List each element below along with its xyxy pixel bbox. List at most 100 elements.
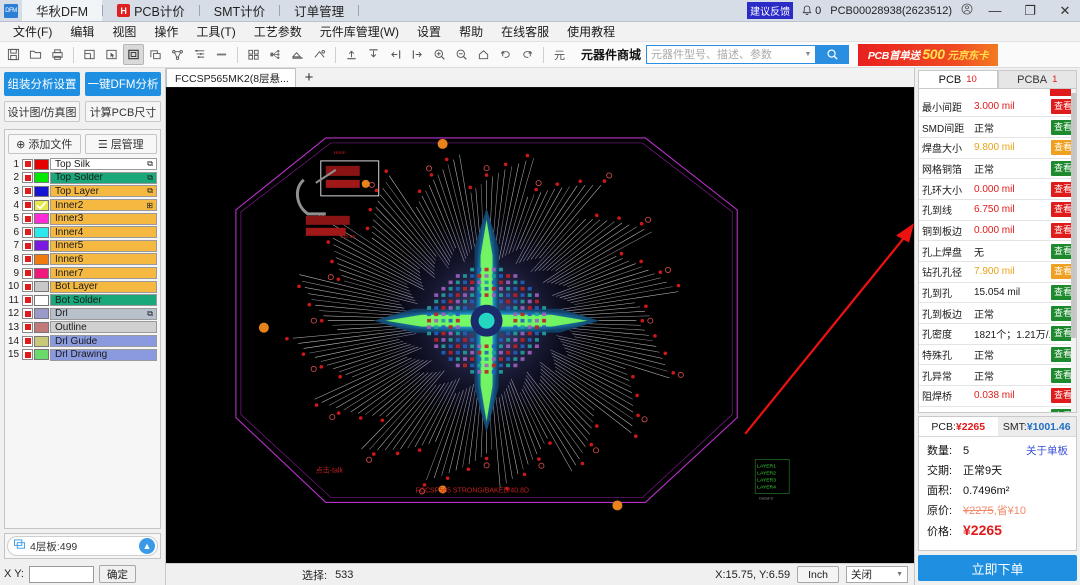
table-row[interactable]: 孔到板边正常查看 bbox=[919, 303, 1076, 324]
layer-visibility-toggle[interactable] bbox=[22, 336, 33, 347]
layer-row[interactable]: 2Top Solder⧉ bbox=[8, 172, 157, 185]
align-right-icon[interactable] bbox=[407, 44, 428, 65]
zoom-out-icon[interactable] bbox=[451, 44, 472, 65]
layer-row[interactable]: 12Drl⧉ bbox=[8, 308, 157, 321]
layer-color-swatch[interactable] bbox=[34, 268, 49, 279]
layer-name[interactable]: Top Solder⧉ bbox=[50, 172, 157, 184]
align-top-icon[interactable] bbox=[341, 44, 362, 65]
table-row[interactable]: 钻孔孔径7.900 mil查看 bbox=[919, 262, 1076, 283]
zoom-in-icon[interactable] bbox=[429, 44, 450, 65]
add-file-button[interactable]: ⊕ 添加文件 bbox=[8, 134, 81, 154]
redo-icon[interactable] bbox=[517, 44, 538, 65]
layer-row[interactable]: 14Drl Guide bbox=[8, 335, 157, 348]
dfm-scrollbar-thumb[interactable] bbox=[1071, 93, 1076, 338]
mode-select[interactable]: 关闭 ▼ bbox=[846, 566, 908, 583]
menu-operation[interactable]: 操作 bbox=[145, 22, 187, 42]
app-tab-order-mgmt[interactable]: 订单管理 bbox=[280, 0, 358, 21]
layer-color-swatch[interactable] bbox=[34, 254, 49, 265]
place-order-button[interactable]: 立即下单 bbox=[918, 555, 1077, 581]
maximize-button[interactable]: ❐ bbox=[1017, 0, 1043, 22]
layer-visibility-toggle[interactable] bbox=[22, 254, 33, 265]
table-row[interactable]: 阻焊少开窗正常查看 bbox=[919, 406, 1076, 413]
layer-row[interactable]: 11Bot Solder bbox=[8, 294, 157, 307]
select-icon[interactable]: ⧉ bbox=[147, 309, 153, 319]
net-icon[interactable] bbox=[265, 44, 286, 65]
align-left-icon[interactable] bbox=[385, 44, 406, 65]
document-tab[interactable]: FCCSP565MK2(8层悬... bbox=[166, 68, 296, 87]
menu-file[interactable]: 文件(F) bbox=[4, 22, 61, 42]
price-tab-smt[interactable]: SMT:¥1001.46 bbox=[998, 417, 1077, 436]
layer-row[interactable]: 4Inner2⊞ bbox=[8, 199, 157, 212]
layer-name[interactable]: Inner2⊞ bbox=[50, 199, 157, 211]
design-simulation-view-button[interactable]: 设计图/仿真图 bbox=[4, 101, 80, 122]
layer-row[interactable]: 7Inner5 bbox=[8, 240, 157, 253]
dfm-scrollbar[interactable] bbox=[1071, 89, 1076, 412]
open-icon[interactable] bbox=[25, 44, 46, 65]
layer-name[interactable]: Drl Guide bbox=[50, 335, 157, 347]
layer-visibility-toggle[interactable] bbox=[22, 308, 33, 319]
select-icon[interactable]: ⧉ bbox=[147, 186, 153, 196]
layer-color-swatch[interactable] bbox=[34, 227, 49, 238]
layer-name[interactable]: Top Layer⧉ bbox=[50, 185, 157, 197]
about-single-board-link[interactable]: 关于单板 bbox=[1026, 443, 1068, 458]
menu-view[interactable]: 视图 bbox=[103, 22, 145, 42]
table-row[interactable]: 孔异常正常查看 bbox=[919, 365, 1076, 386]
layer-name[interactable]: Inner7 bbox=[50, 267, 157, 279]
layer-color-swatch[interactable] bbox=[34, 349, 49, 360]
layer-row[interactable]: 5Inner3 bbox=[8, 212, 157, 225]
calculate-pcb-size-button[interactable]: 计算PCB尺寸 bbox=[85, 101, 161, 122]
layer-visibility-toggle[interactable] bbox=[22, 186, 33, 197]
app-tab-pcb-quote[interactable]: H PCB计价 bbox=[103, 0, 199, 21]
layer-color-swatch[interactable] bbox=[34, 200, 49, 211]
xy-input[interactable] bbox=[29, 566, 94, 583]
menu-edit[interactable]: 编辑 bbox=[61, 22, 103, 42]
layer-visibility-toggle[interactable] bbox=[22, 281, 33, 292]
table-row[interactable]: 孔密度1821个；1.21万/...查看 bbox=[919, 324, 1076, 345]
feedback-link[interactable]: 建议反馈 bbox=[747, 2, 793, 19]
select-icon[interactable]: ⧉ bbox=[147, 159, 153, 169]
tab-pcb[interactable]: PCB 10 bbox=[918, 70, 998, 88]
layer-color-swatch[interactable] bbox=[34, 159, 49, 170]
layer-visibility-toggle[interactable] bbox=[22, 268, 33, 279]
measure-icon[interactable] bbox=[167, 44, 188, 65]
tab-pcba[interactable]: PCBA 1 bbox=[998, 70, 1078, 88]
layer-visibility-toggle[interactable] bbox=[22, 227, 33, 238]
pcb-canvas[interactable]: T10.96 Hmm LAYER1 LAYER2 LAYER3 LAYER4 D… bbox=[166, 88, 914, 563]
chevron-up-icon[interactable]: ▲ bbox=[139, 538, 155, 554]
layer-row[interactable]: 8Inner6 bbox=[8, 253, 157, 266]
layer-visibility-toggle[interactable] bbox=[22, 172, 33, 183]
layer-name[interactable]: Drl⧉ bbox=[50, 308, 157, 320]
select-icon[interactable]: ⧉ bbox=[147, 173, 153, 183]
layer-visibility-toggle[interactable] bbox=[22, 213, 33, 224]
menu-help[interactable]: 帮助 bbox=[450, 22, 492, 42]
search-input[interactable] bbox=[646, 45, 801, 64]
layer-color-swatch[interactable] bbox=[34, 308, 49, 319]
layer-manage-button[interactable]: ☰ 层管理 bbox=[85, 134, 158, 154]
layer-color-swatch[interactable] bbox=[34, 172, 49, 183]
minimize-button[interactable]: — bbox=[982, 0, 1008, 22]
layer-name[interactable]: Top Silk⧉ bbox=[50, 158, 157, 170]
panel-icon[interactable] bbox=[287, 44, 308, 65]
layer-color-swatch[interactable] bbox=[34, 186, 49, 197]
table-row[interactable]: 网格铜箔正常查看 bbox=[919, 158, 1076, 179]
chevron-down-icon[interactable]: ▼ bbox=[801, 45, 815, 64]
promo-banner[interactable]: PCB首单送 500 元京东卡 bbox=[858, 44, 998, 66]
layer-name[interactable]: Inner3 bbox=[50, 213, 157, 225]
assembly-analysis-settings-button[interactable]: 组装分析设置 bbox=[4, 72, 80, 96]
table-row[interactable]: 阻焊桥0.038 mil查看 bbox=[919, 386, 1076, 407]
menu-tools[interactable]: 工具(T) bbox=[187, 22, 244, 42]
select-pointer-icon[interactable] bbox=[101, 44, 122, 65]
layer-name[interactable]: Drl Drawing bbox=[50, 349, 157, 361]
table-row[interactable]: 最小间距3.000 mil查看 bbox=[919, 96, 1076, 117]
table-row[interactable]: SMD间距正常查看 bbox=[919, 117, 1076, 138]
table-row[interactable]: 孔上焊盘无查看 bbox=[919, 241, 1076, 262]
app-tab-smt-quote[interactable]: SMT计价 bbox=[200, 0, 279, 21]
layer-row[interactable]: 15Drl Drawing bbox=[8, 348, 157, 361]
table-row[interactable]: 孔到线6.750 mil查看 bbox=[919, 199, 1076, 220]
filter-icon[interactable] bbox=[189, 44, 210, 65]
user-icon[interactable] bbox=[961, 3, 973, 18]
board-info-field[interactable]: 4层板:499 ▲ bbox=[7, 536, 158, 556]
layer-name[interactable]: Outline bbox=[50, 321, 157, 333]
layer-color-swatch[interactable] bbox=[34, 295, 49, 306]
layer-list[interactable]: 1Top Silk⧉2Top Solder⧉3Top Layer⧉4Inner2… bbox=[8, 158, 157, 525]
